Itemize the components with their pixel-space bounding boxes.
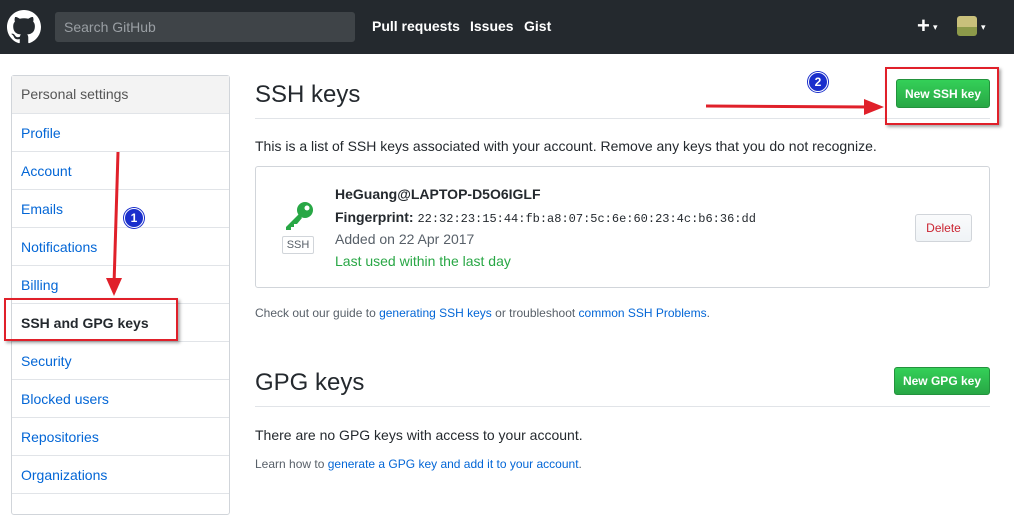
common-ssh-problems-link[interactable]: common SSH Problems bbox=[579, 306, 707, 320]
generating-ssh-keys-link[interactable]: generating SSH keys bbox=[379, 306, 492, 320]
nav-pull-requests[interactable]: Pull requests bbox=[372, 18, 460, 34]
ssh-key-type-badge: SSH bbox=[282, 236, 314, 254]
key-icon bbox=[286, 202, 313, 230]
nav-issues[interactable]: Issues bbox=[470, 18, 514, 34]
ssh-guide-text: Check out our guide to generating SSH ke… bbox=[255, 306, 710, 320]
ssh-key-added-date: Added on 22 Apr 2017 bbox=[335, 231, 475, 247]
user-menu-chevron-down-icon[interactable]: ▾ bbox=[981, 22, 986, 33]
top-navigation-bar: Pull requests Issues Gist + ▾ ▾ bbox=[0, 0, 1014, 54]
ssh-key-name: HeGuang@LAPTOP-D5O6IGLF bbox=[335, 186, 541, 202]
sidebar-item-security[interactable]: Security bbox=[12, 342, 229, 380]
ssh-key-last-used: Last used within the last day bbox=[335, 253, 511, 269]
gpg-learn-suffix: . bbox=[578, 457, 582, 471]
annotation-highlight-ssh-gpg-keys bbox=[4, 298, 178, 341]
ssh-title-divider bbox=[255, 118, 990, 119]
ssh-keys-title: SSH keys bbox=[255, 81, 361, 108]
sidebar-item-repositories[interactable]: Repositories bbox=[12, 418, 229, 456]
fingerprint-label: Fingerprint: bbox=[335, 209, 414, 225]
sidebar-item-blocked-users[interactable]: Blocked users bbox=[12, 380, 229, 418]
sidebar-item-emails[interactable]: Emails bbox=[12, 190, 229, 228]
create-menu-chevron-down-icon[interactable]: ▾ bbox=[933, 22, 938, 33]
delete-ssh-key-button[interactable]: Delete bbox=[915, 214, 972, 242]
user-avatar[interactable] bbox=[957, 16, 977, 36]
fingerprint-value: 22:32:23:15:44:fb:a8:07:5c:6e:60:23:4c:b… bbox=[417, 212, 756, 226]
ssh-key-item bbox=[255, 166, 990, 288]
step-1-badge: 1 bbox=[124, 208, 144, 228]
search-input[interactable] bbox=[55, 12, 355, 42]
generate-gpg-key-link[interactable]: generate a GPG key and add it to your ac… bbox=[328, 457, 579, 471]
step-2-badge: 2 bbox=[808, 72, 828, 92]
arrow-step-2 bbox=[705, 99, 884, 115]
gpg-title-divider bbox=[255, 406, 990, 407]
github-logo-icon[interactable] bbox=[7, 10, 41, 44]
nav-gist[interactable]: Gist bbox=[524, 18, 551, 34]
create-new-plus-icon[interactable]: + bbox=[917, 13, 930, 39]
ssh-guide-middle: or troubleshoot bbox=[491, 306, 579, 320]
gpg-keys-title: GPG keys bbox=[255, 369, 365, 396]
ssh-description: This is a list of SSH keys associated wi… bbox=[255, 138, 877, 154]
new-gpg-key-button[interactable]: New GPG key bbox=[894, 367, 990, 395]
sidebar-item-notifications[interactable]: Notifications bbox=[12, 228, 229, 266]
gpg-learn-prefix: Learn how to bbox=[255, 457, 328, 471]
sidebar-item-profile[interactable]: Profile bbox=[12, 114, 229, 152]
gpg-empty-text: There are no GPG keys with access to you… bbox=[255, 427, 583, 443]
annotation-highlight-new-ssh-key bbox=[885, 67, 999, 125]
sidebar-heading: Personal settings bbox=[12, 76, 229, 114]
ssh-guide-prefix: Check out our guide to bbox=[255, 306, 380, 320]
ssh-key-fingerprint-row: Fingerprint: 22:32:23:15:44:fb:a8:07:5c:… bbox=[335, 209, 756, 226]
gpg-learn-text: Learn how to generate a GPG key and add … bbox=[255, 457, 582, 471]
ssh-guide-suffix: . bbox=[706, 306, 710, 320]
sidebar-item-organizations[interactable]: Organizations bbox=[12, 456, 229, 494]
settings-sidebar: Personal settings Profile Account Emails… bbox=[11, 75, 230, 515]
sidebar-item-account[interactable]: Account bbox=[12, 152, 229, 190]
